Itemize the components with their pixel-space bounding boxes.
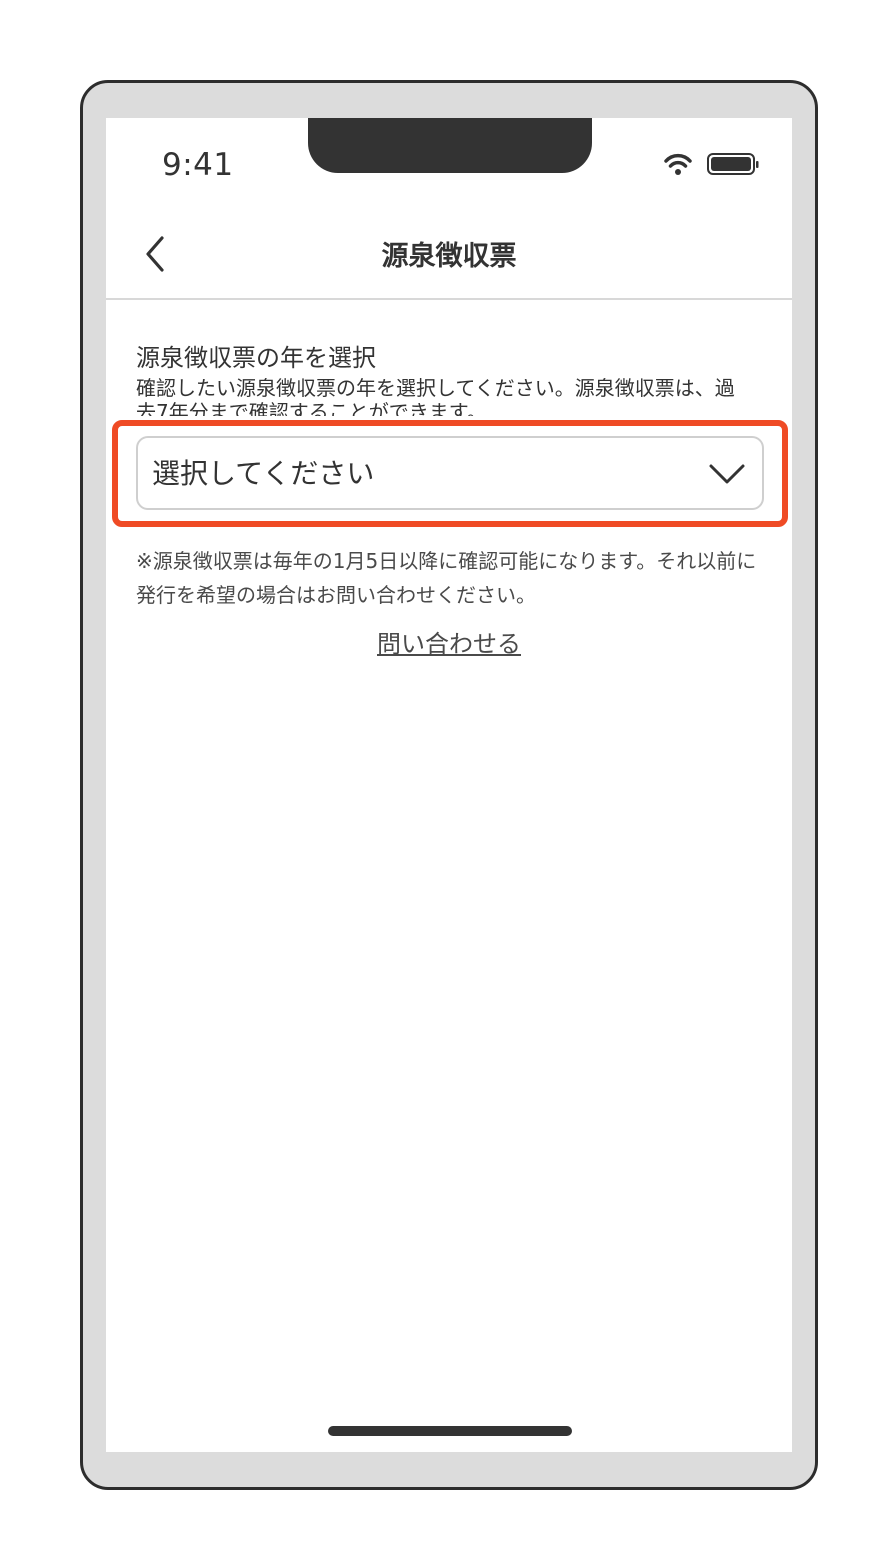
year-select[interactable]: 選択してください [136,436,764,510]
notch [308,118,592,173]
status-icons [664,153,759,175]
year-select-value: 選択してください [152,457,375,490]
chevron-down-icon [709,464,745,484]
wifi-icon [664,153,692,175]
year-section-title: 源泉徴収票の年を選択 [136,344,376,372]
status-time: 9:41 [162,147,234,183]
availability-note: ※源泉徴収票は毎年の1月5日以降に確認可能になります。それ以前に発行を希望の場合… [136,549,757,607]
home-indicator [328,1426,572,1436]
phone-screen: 9:41 源泉徴収票 源泉徴収票の年を選択 確認したい源泉徴収票の年を選択してく… [106,118,792,1452]
page-title: 源泉徴収票 [381,241,517,272]
contact-link[interactable]: 問い合わせる [106,624,792,659]
year-section-description: 確認したい源泉徴収票の年を選択してください。源泉徴収票は、過去7年分まで確認する… [136,376,735,416]
navigation-bar: 源泉徴収票 [106,214,792,300]
battery-icon [707,153,759,175]
